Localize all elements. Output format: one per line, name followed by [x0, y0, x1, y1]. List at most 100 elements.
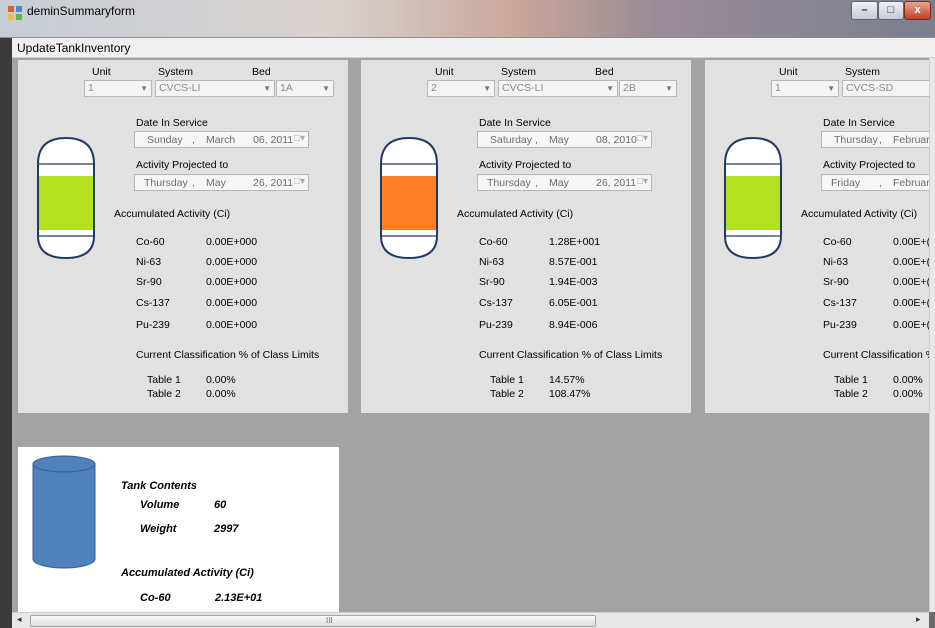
chevron-down-icon: ▼ [483, 84, 491, 93]
unit-header: Unit [92, 66, 111, 78]
projected-label: Activity Projected to [479, 159, 572, 171]
system-select[interactable]: CVCS-LI ▼ [498, 80, 618, 97]
nuclide-name: Sr-90 [823, 276, 849, 288]
horizontal-scrollbar[interactable]: ◂ III ▸ [12, 612, 929, 628]
chevron-down-icon: ▼ [665, 84, 673, 93]
date-comma: , [192, 177, 195, 189]
bed-panel: Unit System 1▼CVCS-SD▼ ▼ Date In Service Thu… [705, 60, 929, 413]
system-select[interactable]: CVCS-SD▼ [842, 80, 929, 97]
scroll-right-arrow[interactable]: ▸ [916, 614, 921, 625]
nuclide-activity: 1.28E+001 [549, 236, 601, 248]
unit-select[interactable]: 2 ▼ [427, 80, 495, 97]
nuclide-name: Ni-63 [479, 256, 505, 268]
scroll-grip-icon: III [326, 616, 333, 625]
maximize-button[interactable]: □ [878, 1, 904, 20]
nuclide-activity: 0.00E+( [893, 276, 929, 288]
date-weekday: Friday [831, 177, 861, 189]
class-table-value: 0.00% [893, 388, 923, 400]
scroll-thumb[interactable]: III [30, 615, 596, 627]
chevron-down-icon: ▼ [140, 84, 148, 93]
unit-value: 1 [775, 82, 781, 94]
date-month: February [893, 177, 929, 189]
date-weekday: Thursday [144, 177, 188, 189]
date-in-service-label: Date In Service [136, 117, 208, 129]
unit-select[interactable]: 1 ▼ [771, 80, 839, 97]
co60-label: Co-60 [140, 592, 171, 604]
bed-select[interactable]: 1A ▼ [276, 80, 334, 97]
chevron-down-icon: ▼ [322, 84, 330, 93]
nuclide-activity: 0.00E+000 [206, 319, 258, 331]
projected-date-picker[interactable]: Thursday , May 26, 2011 □▾ [134, 174, 309, 191]
client-area: Unit System Bed 1 ▼ CVCS-LI ▼ 1A ▼ Date In Servic… [12, 58, 929, 612]
nuclide-activity: 0.00E+000 [206, 236, 258, 248]
window-left-edge [0, 38, 12, 628]
projected-date-picker[interactable]: Friday , February □▾ [821, 174, 929, 191]
chevron-down-icon: ▼ [263, 84, 271, 93]
menu-update-tank-inventory[interactable]: UpdateTankInventory [17, 41, 130, 55]
date-in-service-picker[interactable]: Thursday , February □▾ [821, 131, 929, 148]
date-weekday: Saturday [490, 134, 533, 146]
date-month: May [549, 177, 569, 189]
volume-value: 60 [214, 499, 227, 511]
scroll-left-arrow[interactable]: ◂ [17, 614, 22, 625]
system-select[interactable]: CVCS-LI ▼ [155, 80, 275, 97]
nuclide-name: Pu-239 [479, 319, 513, 331]
close-button[interactable]: x [904, 1, 931, 20]
calendar-dropdown-icon[interactable]: □▾ [294, 176, 305, 187]
class-table-value: 0.00% [206, 374, 236, 386]
date-weekday: Sunday [147, 134, 183, 146]
class-table-name: Table 2 [834, 388, 868, 400]
date-day-year: 06, 2011 [253, 134, 294, 146]
window-title: deminSummaryform [27, 4, 136, 18]
weight-label: Weight [140, 523, 177, 535]
date-month: May [549, 134, 569, 146]
vertical-scrollbar[interactable] [929, 58, 935, 612]
nuclide-name: Sr-90 [136, 276, 162, 288]
nuclide-name: Ni-63 [823, 256, 849, 268]
tank-fill-level [726, 176, 780, 230]
class-table-name: Table 2 [147, 388, 181, 400]
class-table-value: 14.57% [549, 374, 585, 386]
date-month: March [206, 134, 236, 146]
tank-fill-level [39, 176, 93, 230]
nuclide-name: Co-60 [823, 236, 852, 248]
demin-summary-window: deminSummaryform – □ x UpdateTankInvento… [0, 0, 935, 628]
bed-header: Bed [595, 66, 614, 78]
date-in-service-picker[interactable]: Saturday , May 08, 2010 □▾ [477, 131, 652, 148]
projected-date-picker[interactable]: Thursday , May 26, 2011 □▾ [477, 174, 652, 191]
date-in-service-picker[interactable]: Sunday , March 06, 2011 □▾ [134, 131, 309, 148]
projected-label: Activity Projected to [823, 159, 916, 171]
nuclide-activity: 0.00E+( [893, 236, 929, 248]
calendar-dropdown-icon[interactable]: □▾ [637, 133, 648, 144]
calendar-dropdown-icon[interactable]: □▾ [294, 133, 305, 144]
calendar-dropdown-icon[interactable]: □▾ [637, 176, 648, 187]
unit-select[interactable]: 1 ▼ [84, 80, 152, 97]
nuclide-activity: 0.00E+( [893, 256, 929, 268]
weight-value: 2997 [214, 523, 239, 535]
nuclide-activity: 0.00E+( [893, 297, 929, 309]
system-header: System [501, 66, 537, 78]
accumulated-activity-label: Accumulated Activity (Ci) [457, 208, 574, 220]
co60-value: 2.13E+01 [215, 592, 263, 604]
date-weekday: Thursday [834, 134, 878, 146]
projected-label: Activity Projected to [136, 159, 229, 171]
nuclide-name: Cs-137 [823, 297, 857, 309]
date-comma: , [535, 177, 538, 189]
nuclide-name: Co-60 [479, 236, 508, 248]
classification-label: Current Classification % of Class Limits [136, 349, 320, 361]
system-value: CVCS-SD [846, 82, 894, 94]
summary-activity-label: Accumulated Activity (Ci) [121, 567, 254, 579]
bed-select[interactable]: 2B ▼ [619, 80, 677, 97]
nuclide-activity: 8.57E-001 [549, 256, 598, 268]
volume-label: Volume [140, 499, 180, 511]
nuclide-activity: 0.00E+000 [206, 256, 258, 268]
unit-value: 1 [88, 82, 94, 94]
class-table-value: 108.47% [549, 388, 591, 400]
accumulated-activity-label: Accumulated Activity (Ci) [114, 208, 231, 220]
app-icon [8, 6, 22, 20]
nuclide-activity: 6.05E-001 [549, 297, 598, 309]
minimize-button[interactable]: – [851, 1, 878, 20]
class-table-name: Table 1 [490, 374, 524, 386]
nuclide-name: Cs-137 [136, 297, 170, 309]
nuclide-name: Cs-137 [479, 297, 513, 309]
